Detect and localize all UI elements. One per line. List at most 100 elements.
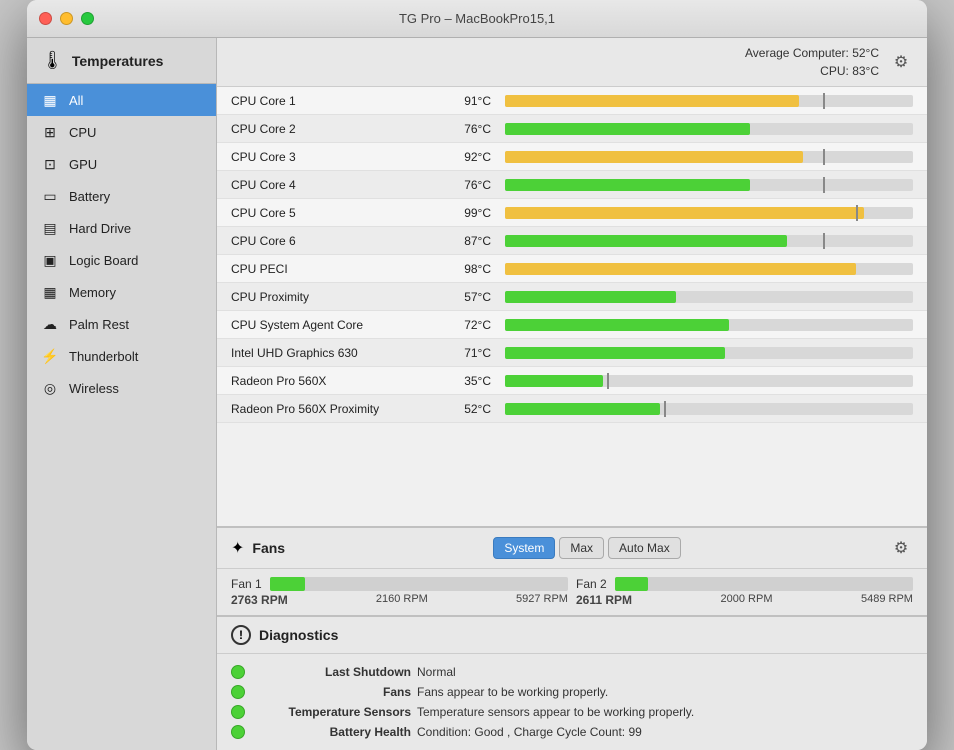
sidebar-item-harddrive[interactable]: ▤ Hard Drive xyxy=(27,212,216,244)
temp-row: CPU Core 2 76°C xyxy=(217,115,927,143)
fan-top: Fan 1 xyxy=(231,577,568,591)
temp-bar-bg xyxy=(505,235,913,247)
temp-name: CPU Core 6 xyxy=(217,230,437,252)
temp-bar-container xyxy=(497,119,927,139)
diag-row: Temperature Sensors Temperature sensors … xyxy=(231,702,913,722)
battery-icon: ▭ xyxy=(41,187,59,205)
sidebar-item-wireless[interactable]: ◎ Wireless xyxy=(27,372,216,404)
sidebar-header-label: Temperatures xyxy=(72,53,164,69)
temperatures-section: CPU Core 1 91°C CPU Core 2 76°C CPU Core… xyxy=(217,87,927,526)
diag-value: Condition: Good , Charge Cycle Count: 99 xyxy=(417,725,913,739)
temp-bar-fill xyxy=(505,403,660,415)
sidebar-item-label: Palm Rest xyxy=(69,317,129,332)
sidebar-item-gpu[interactable]: ⊡ GPU xyxy=(27,148,216,180)
diag-label: Battery Health xyxy=(261,725,411,739)
temp-name: CPU Proximity xyxy=(217,286,437,308)
fans-header-left: ✦ Fans xyxy=(231,538,285,558)
temp-value: 71°C xyxy=(437,342,497,364)
temp-bar-fill xyxy=(505,375,603,387)
sidebar-item-palmrest[interactable]: ☁ Palm Rest xyxy=(27,308,216,340)
temp-bar-container xyxy=(497,399,927,419)
temp-value: 91°C xyxy=(437,90,497,112)
temp-name: CPU Core 5 xyxy=(217,202,437,224)
window-title: TG Pro – MacBookPro15,1 xyxy=(399,11,555,26)
temp-bar-container xyxy=(497,231,927,251)
temp-bar-fill xyxy=(505,291,676,303)
fan-control-system[interactable]: System xyxy=(493,537,555,559)
close-button[interactable] xyxy=(39,12,52,25)
temp-bar-bg xyxy=(505,207,913,219)
diag-value: Normal xyxy=(417,665,913,679)
temp-bar-container xyxy=(497,343,927,363)
temp-bar-fill xyxy=(505,235,787,247)
diag-row: Last Shutdown Normal xyxy=(231,662,913,682)
gpu-icon: ⊡ xyxy=(41,155,59,173)
fan-item: Fan 2 2611 RPM 2000 RPM 5489 RPM xyxy=(576,577,913,607)
fan-rpm-min: 2160 RPM xyxy=(376,593,428,607)
temp-name: CPU Core 3 xyxy=(217,146,437,168)
settings-button[interactable]: ⚙ xyxy=(889,50,913,74)
fan-rpm-min: 2000 RPM xyxy=(721,593,773,607)
temp-bar-bg xyxy=(505,95,913,107)
sidebar-item-label: CPU xyxy=(69,125,96,140)
maximize-button[interactable] xyxy=(81,12,94,25)
sidebar-item-label: Memory xyxy=(69,285,116,300)
temp-value: 72°C xyxy=(437,314,497,336)
sidebar-nav: ▦ All⊞ CPU⊡ GPU▭ Battery▤ Hard Drive▣ Lo… xyxy=(27,84,216,404)
fan-bottom: 2763 RPM 2160 RPM 5927 RPM xyxy=(231,593,568,607)
sidebar-item-label: GPU xyxy=(69,157,97,172)
fan-control-max[interactable]: Max xyxy=(559,537,604,559)
thunderbolt-icon: ⚡ xyxy=(41,347,59,365)
fans-header: ✦ Fans SystemMaxAuto Max ⚙ xyxy=(217,528,927,569)
fan-rpm-max: 5489 RPM xyxy=(861,593,913,607)
fans-settings-button[interactable]: ⚙ xyxy=(889,536,913,560)
temp-name: Radeon Pro 560X Proximity xyxy=(217,398,437,420)
temp-bar-bg xyxy=(505,375,913,387)
fan-rpm-current: 2611 RPM xyxy=(576,593,632,607)
diag-status-dot xyxy=(231,725,245,739)
temp-value: 35°C xyxy=(437,370,497,392)
temp-value: 52°C xyxy=(437,398,497,420)
sidebar-item-battery[interactable]: ▭ Battery xyxy=(27,180,216,212)
sidebar-item-all[interactable]: ▦ All xyxy=(27,84,216,116)
sidebar-item-thunderbolt[interactable]: ⚡ Thunderbolt xyxy=(27,340,216,372)
temp-value: 92°C xyxy=(437,146,497,168)
temp-name: CPU Core 2 xyxy=(217,118,437,140)
temp-bar-container xyxy=(497,203,927,223)
temp-row: Radeon Pro 560X 35°C xyxy=(217,367,927,395)
temp-row: Intel UHD Graphics 630 71°C xyxy=(217,339,927,367)
temp-bar-bg xyxy=(505,319,913,331)
temp-row: CPU Core 6 87°C xyxy=(217,227,927,255)
sidebar-item-cpu[interactable]: ⊞ CPU xyxy=(27,116,216,148)
fan-control-auto_max[interactable]: Auto Max xyxy=(608,537,681,559)
minimize-button[interactable] xyxy=(60,12,73,25)
fan-rpm-max: 5927 RPM xyxy=(516,593,568,607)
diagnostics-icon: ! xyxy=(231,625,251,645)
temp-bar-bg xyxy=(505,403,913,415)
sidebar: 🌡 Temperatures ▦ All⊞ CPU⊡ GPU▭ Battery▤… xyxy=(27,38,217,750)
temp-row: CPU Core 4 76°C xyxy=(217,171,927,199)
fan-item: Fan 1 2763 RPM 2160 RPM 5927 RPM xyxy=(231,577,568,607)
sidebar-item-logicboard[interactable]: ▣ Logic Board xyxy=(27,244,216,276)
fan-top: Fan 2 xyxy=(576,577,913,591)
fan-bottom: 2611 RPM 2000 RPM 5489 RPM xyxy=(576,593,913,607)
temp-value: 57°C xyxy=(437,286,497,308)
fan-name: Fan 2 xyxy=(576,577,607,591)
sidebar-item-memory[interactable]: ▦ Memory xyxy=(27,276,216,308)
cpu-icon: ⊞ xyxy=(41,123,59,141)
fan-rpm-current: 2763 RPM xyxy=(231,593,288,607)
temp-name: CPU Core 1 xyxy=(217,90,437,112)
thermometer-icon: 🌡 xyxy=(41,50,64,71)
temp-row: CPU Core 5 99°C xyxy=(217,199,927,227)
sidebar-item-label: Wireless xyxy=(69,381,119,396)
app-window: TG Pro – MacBookPro15,1 🌡 Temperatures ▦… xyxy=(27,0,927,750)
temp-bar-bg xyxy=(505,263,913,275)
diagnostics-header: ! Diagnostics xyxy=(217,617,927,654)
temp-bar-fill xyxy=(505,95,799,107)
memory-icon: ▦ xyxy=(41,283,59,301)
titlebar: TG Pro – MacBookPro15,1 xyxy=(27,0,927,38)
sidebar-item-label: All xyxy=(69,93,83,108)
temp-name: Intel UHD Graphics 630 xyxy=(217,342,437,364)
sidebar-item-label: Logic Board xyxy=(69,253,138,268)
fan-bar-bg xyxy=(615,577,913,591)
